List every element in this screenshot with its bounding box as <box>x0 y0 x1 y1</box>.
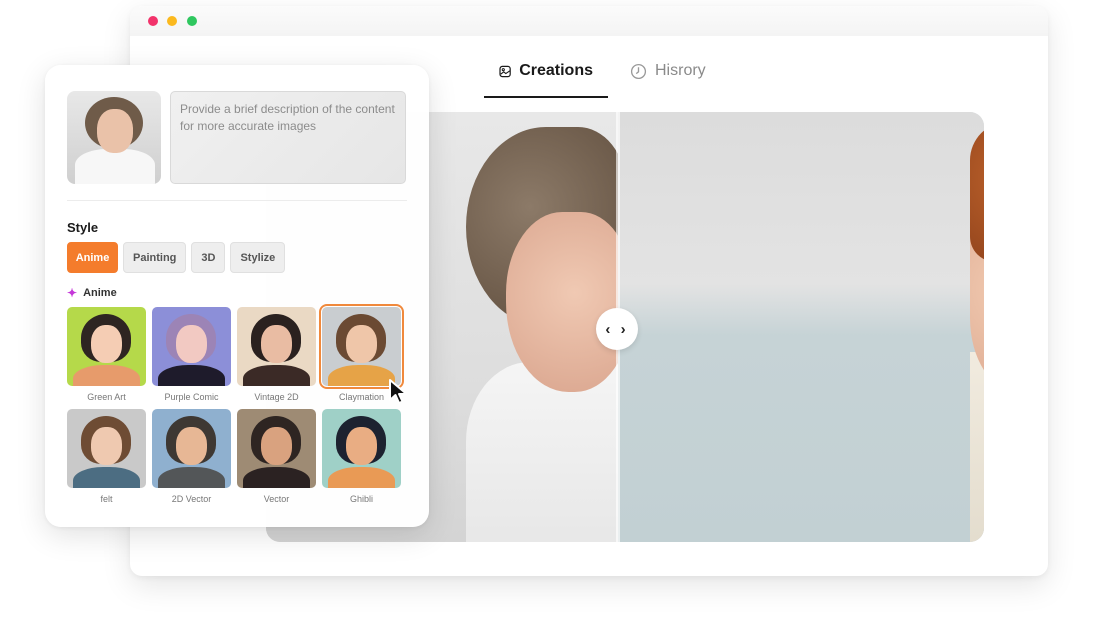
style-name: Purple Comic <box>164 392 219 402</box>
chip-anime[interactable]: Anime <box>67 242 118 273</box>
style-name: felt <box>100 494 113 504</box>
title-bar <box>130 6 1048 36</box>
description-input[interactable] <box>170 91 406 184</box>
style-card-vector[interactable]: Vector <box>237 409 316 508</box>
style-card-felt[interactable]: felt <box>67 409 146 508</box>
category-label: ✦ Anime <box>67 286 117 300</box>
style-card-purple-comic[interactable]: Purple Comic <box>152 307 231 406</box>
minimize-window-button[interactable] <box>167 16 177 26</box>
tab-history-label: Hisrory <box>655 62 706 79</box>
generated-image <box>618 112 984 542</box>
tab-creations[interactable]: Creations <box>484 58 608 98</box>
style-preview-image <box>67 409 146 488</box>
compare-slider-handle[interactable]: ‹ › <box>596 308 638 350</box>
style-grid: Green Art Purple Comic Vintage 2D Claymatio… <box>67 304 404 508</box>
style-preview-image <box>322 409 401 488</box>
style-name: Claymation <box>338 392 385 402</box>
style-preview-image <box>67 307 146 386</box>
style-name: Vector <box>263 494 290 504</box>
style-category-chips: Anime Painting 3D Stylize <box>67 242 286 273</box>
tab-history[interactable]: Hisrory <box>615 58 721 98</box>
style-card-2d-vector[interactable]: 2D Vector <box>152 409 231 508</box>
category-label-text: Anime <box>83 287 117 299</box>
style-name: Green Art <box>87 392 126 402</box>
style-name: Vintage 2D <box>254 392 299 402</box>
maximize-window-button[interactable] <box>187 16 197 26</box>
style-preview-image <box>319 304 404 389</box>
style-name: Ghibli <box>349 494 373 504</box>
chip-stylize[interactable]: Stylize <box>230 242 286 273</box>
style-preview-image <box>152 307 231 386</box>
style-name: 2D Vector <box>171 494 212 504</box>
chevron-left-right-icon: ‹ › <box>605 320 629 338</box>
sparkle-icon: ✦ <box>67 286 78 300</box>
style-card-vintage-2d[interactable]: Vintage 2D <box>237 307 316 406</box>
style-heading: Style <box>67 220 99 235</box>
mouse-cursor-icon <box>389 379 408 404</box>
tab-creations-label: Creations <box>519 62 593 79</box>
style-card-green-art[interactable]: Green Art <box>67 307 146 406</box>
chip-3d[interactable]: 3D <box>191 242 226 273</box>
image-icon <box>499 65 511 78</box>
clock-icon <box>630 63 647 80</box>
divider <box>67 200 407 201</box>
style-preview-image <box>152 409 231 488</box>
uploaded-photo-thumbnail[interactable] <box>67 91 161 184</box>
style-panel: Style Anime Painting 3D Stylize ✦ Anime … <box>45 65 429 527</box>
style-preview-image <box>237 409 316 488</box>
chip-painting[interactable]: Painting <box>123 242 187 273</box>
style-preview-image <box>237 307 316 386</box>
style-card-ghibli[interactable]: Ghibli <box>322 409 401 508</box>
close-window-button[interactable] <box>148 16 158 26</box>
